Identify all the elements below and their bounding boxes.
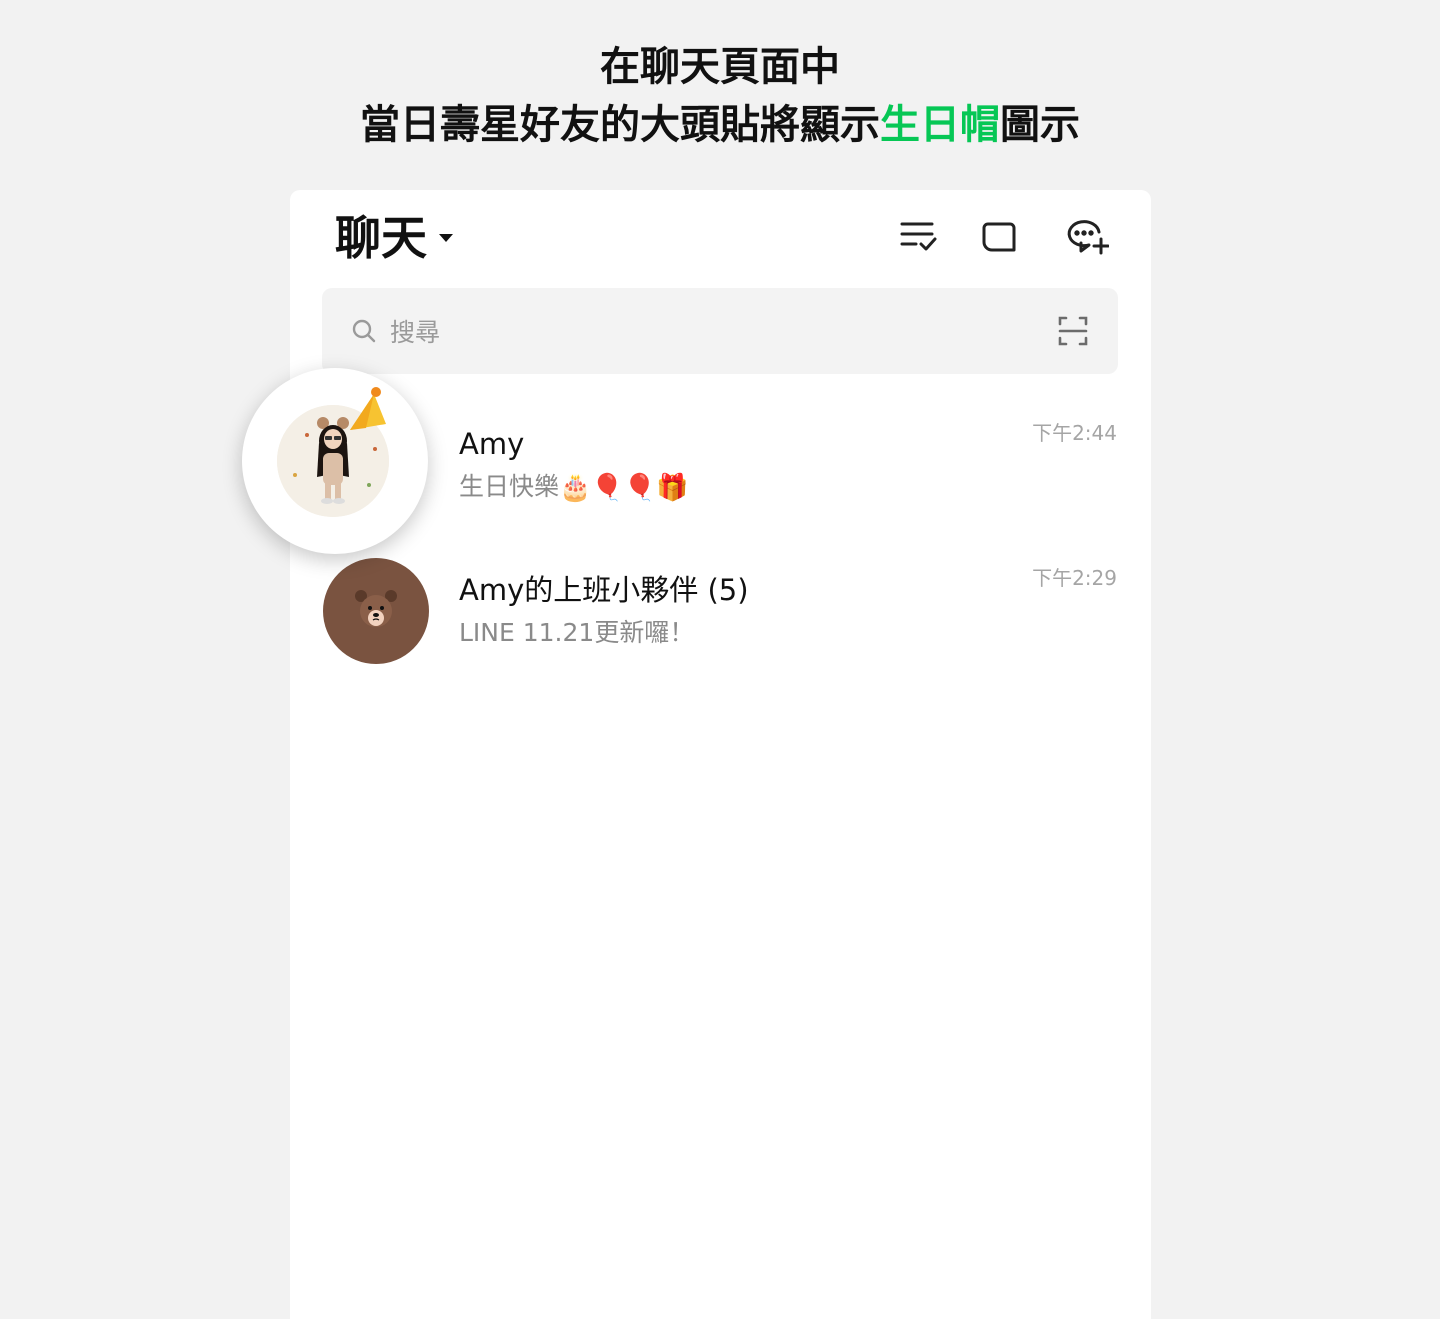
chat-time: 下午2:29	[1032, 566, 1117, 590]
search-input[interactable]	[388, 310, 992, 354]
headline-prefix: 當日壽星好友的大頭貼將顯示	[360, 102, 880, 148]
qr-scan-icon[interactable]	[1056, 314, 1090, 348]
chat-time: 下午2:44	[1032, 421, 1117, 445]
chat-preview-text: 生日快樂	[459, 472, 560, 501]
brown-bear-icon	[355, 590, 397, 627]
chat-screen: 聊天 搜尋 Amy 生日快樂🎂🎈🎈🎁 下午2:44 Amy的上班小夥伴 (5) …	[290, 190, 1151, 1319]
chat-name: Amy的上班小夥伴 (5)	[459, 573, 749, 607]
avatar-group[interactable]	[323, 558, 429, 664]
edit-chats-icon[interactable]	[896, 214, 940, 258]
headline-line-2: 當日壽星好友的大頭貼將顯示生日帽圖示	[0, 96, 1440, 154]
chat-preview: 生日快樂🎂🎈🎈🎁	[459, 470, 689, 505]
caret-down-icon	[439, 234, 453, 242]
headline-highlight: 生日帽	[880, 102, 1000, 148]
page-title: 聊天	[335, 211, 427, 265]
search-icon	[352, 319, 376, 343]
keep-icon[interactable]	[978, 214, 1022, 258]
chat-preview-emoji: 🎂🎈🎈🎁	[559, 473, 689, 503]
new-chat-icon[interactable]	[1065, 214, 1110, 258]
avatar-amy-highlight[interactable]	[242, 368, 428, 554]
headline-line-1: 在聊天頁面中	[600, 44, 840, 90]
party-hat-icon	[350, 387, 386, 430]
chat-preview: LINE 11.21更新囉！	[459, 618, 695, 647]
chats-title-dropdown[interactable]: 聊天	[335, 208, 453, 268]
chat-name: Amy	[459, 427, 525, 461]
headline-suffix: 圖示	[1000, 102, 1080, 148]
search-bar	[322, 288, 1118, 374]
